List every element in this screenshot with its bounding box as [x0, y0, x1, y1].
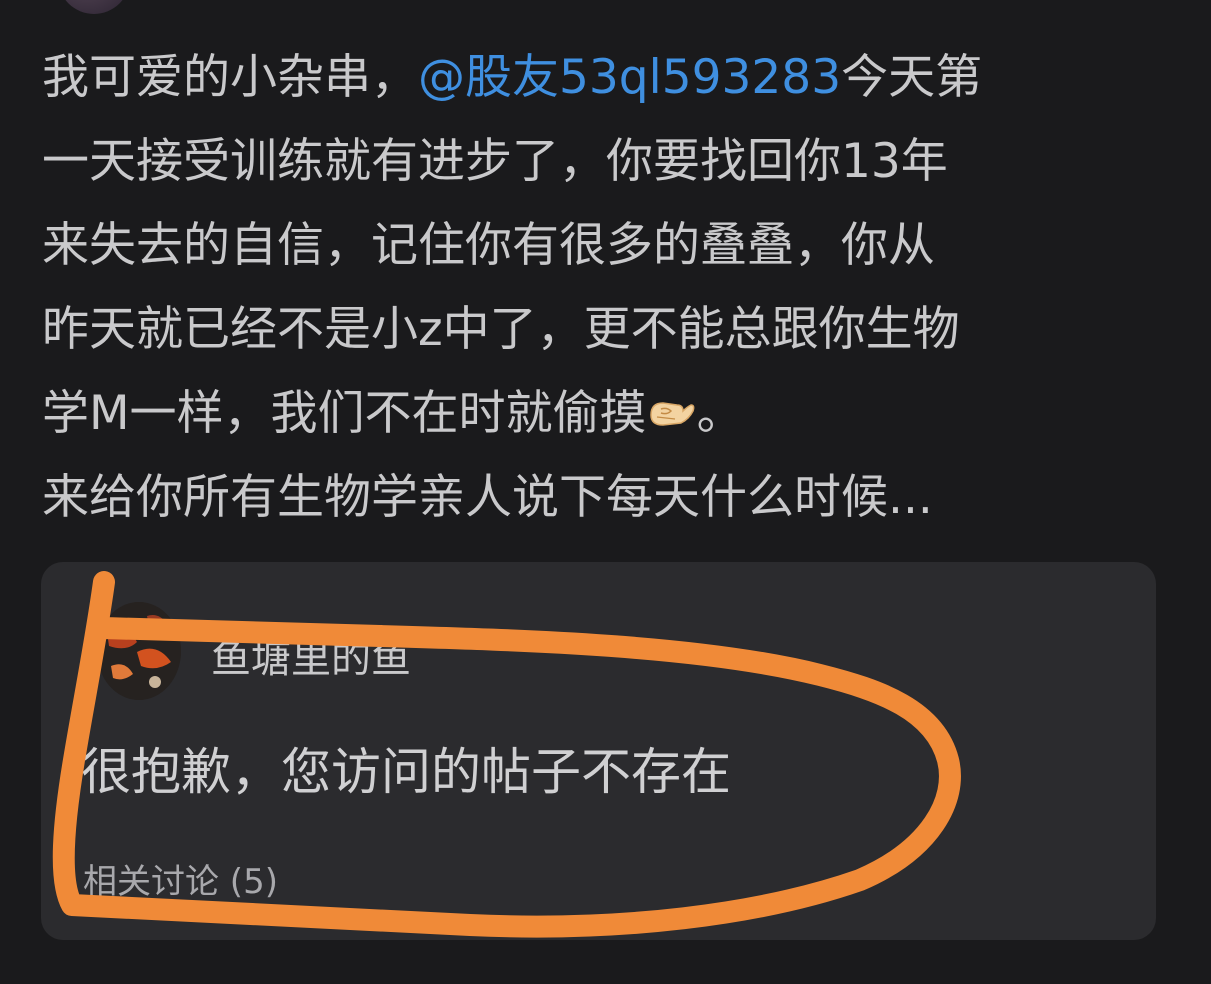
- post-text: 我可爱的小杂串，: [42, 50, 418, 105]
- post-line: 我可爱的小杂串，@股友53ql593283今天第: [42, 36, 1172, 120]
- post-line: 一天接受训练就有进步了，你要找回你13年: [42, 134, 948, 189]
- post-line: 学M一样，我们不在时就偷摸 。: [42, 372, 1172, 456]
- post-line[interactable]: 来给你所有生物学亲人说下每天什么时候...: [42, 456, 1172, 540]
- author-avatar[interactable]: [58, 0, 130, 14]
- post-line: 昨天就已经不是小z中了，更不能总跟你生物: [42, 302, 960, 357]
- pinching-hand-icon: [647, 376, 697, 426]
- post-content: 我可爱的小杂串，@股友53ql593283今天第 一天接受训练就有进步了，你要找…: [42, 36, 1172, 540]
- post-text: 。: [696, 386, 744, 441]
- quoted-author-name[interactable]: 鱼塘里的鱼: [211, 626, 411, 684]
- related-discussions-link[interactable]: 相关讨论 (5): [83, 854, 278, 903]
- post-line: 来失去的自信，记住你有很多的叠叠，你从: [42, 218, 935, 273]
- quoted-post-card[interactable]: 鱼塘里的鱼 很抱歉，您访问的帖子不存在 相关讨论 (5): [41, 562, 1156, 940]
- mention-link[interactable]: @股友53ql593283: [418, 50, 841, 105]
- quoted-author-avatar[interactable]: [97, 602, 181, 700]
- post-text: 今天第: [841, 50, 983, 105]
- post-not-found-message: 很抱歉，您访问的帖子不存在: [81, 743, 731, 801]
- post-text: 学M一样，我们不在时就偷摸: [42, 386, 647, 441]
